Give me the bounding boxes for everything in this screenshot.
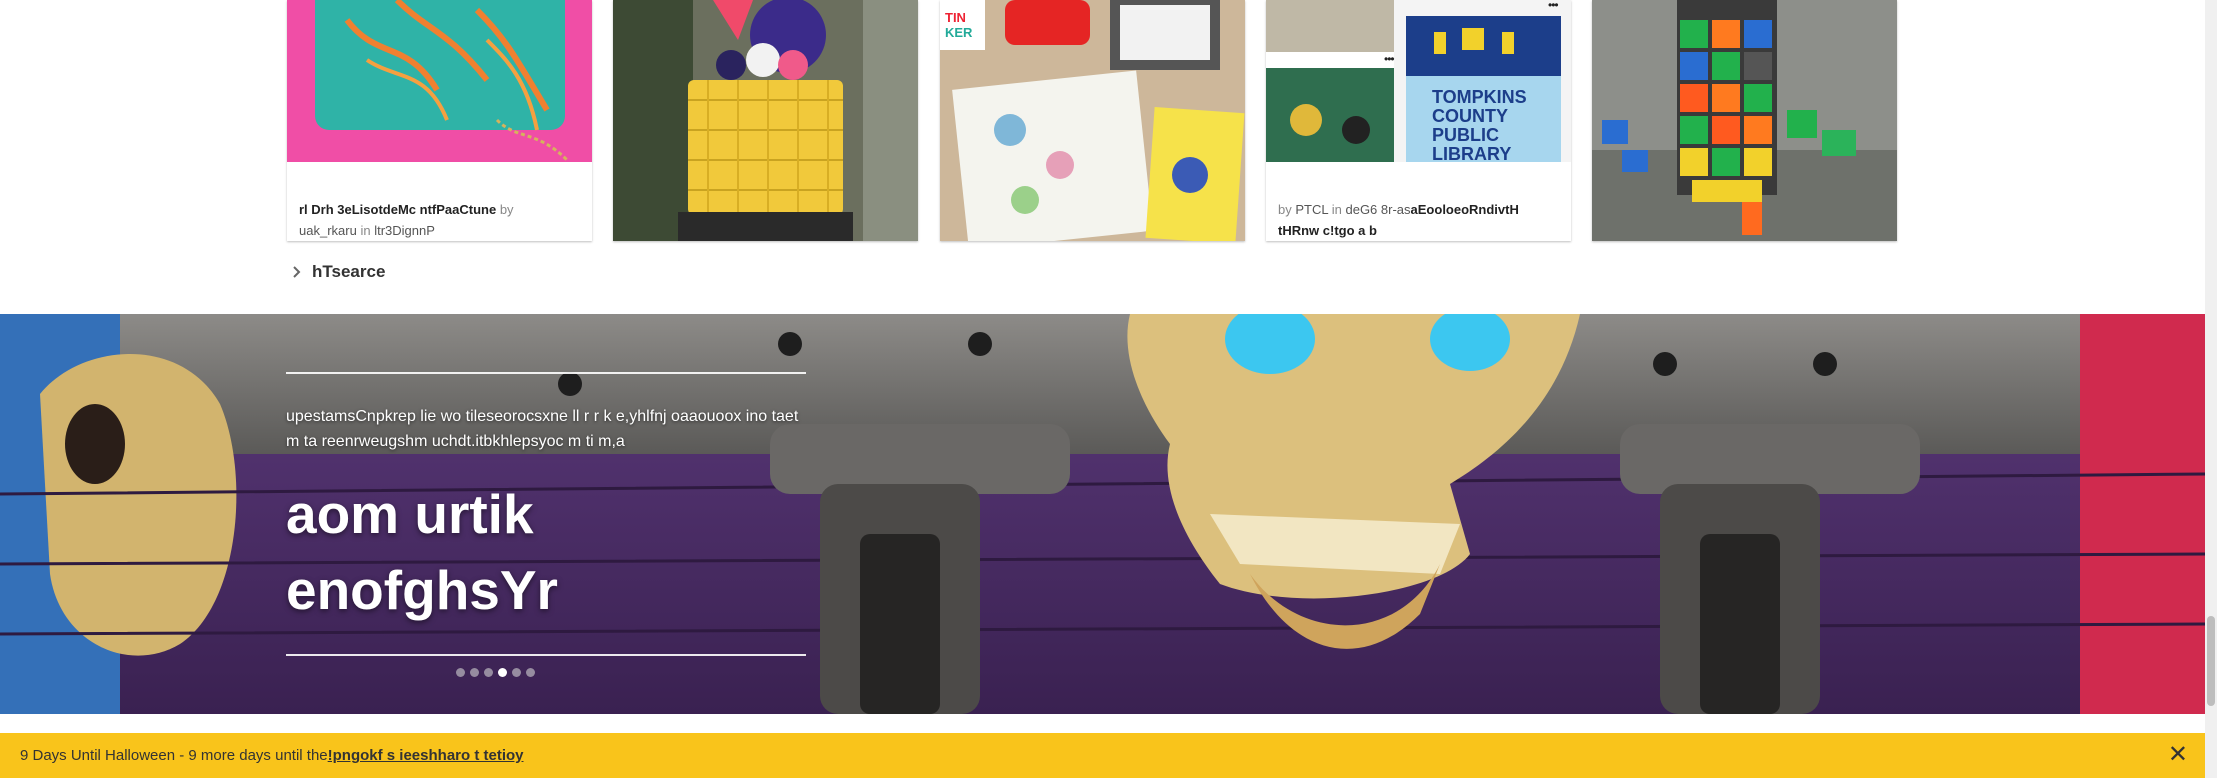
carousel-dots — [456, 668, 535, 677]
carousel-dot[interactable] — [512, 668, 521, 677]
chevron-right-icon — [293, 266, 301, 278]
hero-title-line: aom urtik — [286, 483, 534, 545]
see-more-link[interactable]: hTsearce — [292, 262, 385, 282]
svg-text:TIN: TIN — [945, 10, 966, 25]
carousel-dot[interactable] — [470, 668, 479, 677]
banner-text: 9 Days Until Halloween - 9 more days unt… — [20, 747, 328, 764]
carousel-dot[interactable] — [526, 668, 535, 677]
category-link[interactable]: ltr3DignnP — [374, 223, 435, 238]
carousel-dot[interactable] — [456, 668, 465, 677]
card-title[interactable]: rl Drh 3eLisotdeMc ntfPaaCtune — [299, 202, 496, 217]
project-card-1[interactable]: rl Drh 3eLisotdeMc ntfPaaCtune by uak_rk… — [287, 0, 592, 241]
more-options-icon[interactable]: ••• — [1548, 0, 1559, 12]
project-card-5[interactable] — [1592, 0, 1897, 241]
category-link[interactable]: deG6 8r-as — [1345, 202, 1410, 217]
in-text: in — [360, 223, 371, 238]
carousel-dot-active[interactable] — [498, 668, 507, 677]
author-link[interactable]: PTCL — [1295, 202, 1328, 217]
by-text: by — [499, 202, 514, 217]
project-card-4[interactable]: ••• ••• TOMPKINS COUNTY PUBLIC LIBRARY b… — [1266, 0, 1571, 241]
card-info: by PTCL in deG6 8r-asaEooloeoRndivtH tHR… — [1266, 187, 1571, 241]
card-info: rl Drh 3eLisotdeMc ntfPaaCtune by uak_rk… — [287, 187, 592, 241]
hero-divider-bottom — [286, 654, 806, 656]
project-card-2[interactable] — [613, 0, 918, 241]
by-text: by — [1278, 202, 1292, 217]
card-image[interactable]: TIN KER — [940, 0, 1245, 241]
author-link[interactable]: uak_rkaru — [299, 223, 357, 238]
close-icon[interactable]: ✕ — [2168, 742, 2188, 768]
more-options-icon[interactable]: ••• — [1384, 52, 1395, 66]
library-sign-line: LIBRARY — [1432, 144, 1512, 164]
scrollbar-thumb[interactable] — [2207, 616, 2215, 706]
svg-text:KER: KER — [945, 25, 973, 40]
card-image[interactable] — [613, 0, 918, 241]
banner-link[interactable]: !pngokf s ieeshharo t tetioy — [328, 747, 524, 764]
hero-text: upestamsCnpkrep lie wo tileseorocsxne ll… — [286, 372, 806, 628]
see-more-label: hTsearce — [312, 262, 386, 281]
library-sign-line: COUNTY — [1432, 106, 1508, 126]
hero-title-line: enofghsYr — [286, 559, 558, 621]
hero-title[interactable]: aom urtik enofghsYr — [286, 476, 806, 628]
library-sign-line: TOMPKINS — [1432, 87, 1527, 107]
library-sign: TOMPKINS COUNTY PUBLIC LIBRARY — [1432, 88, 1527, 164]
hero-description: upestamsCnpkrep lie wo tileseorocsxne ll… — [286, 408, 799, 450]
project-card-3[interactable]: TIN KER — [940, 0, 1245, 241]
card-image[interactable] — [1592, 0, 1897, 241]
hero-divider-top — [286, 372, 806, 374]
card-image[interactable] — [287, 0, 592, 162]
hero-banner[interactable]: upestamsCnpkrep lie wo tileseorocsxne ll… — [0, 314, 2205, 714]
in-text: in — [1331, 202, 1342, 217]
halloween-banner: 9 Days Until Halloween - 9 more days unt… — [0, 733, 2205, 778]
carousel-dot[interactable] — [484, 668, 493, 677]
scrollbar[interactable] — [2205, 0, 2217, 778]
library-sign-line: PUBLIC — [1432, 125, 1499, 145]
